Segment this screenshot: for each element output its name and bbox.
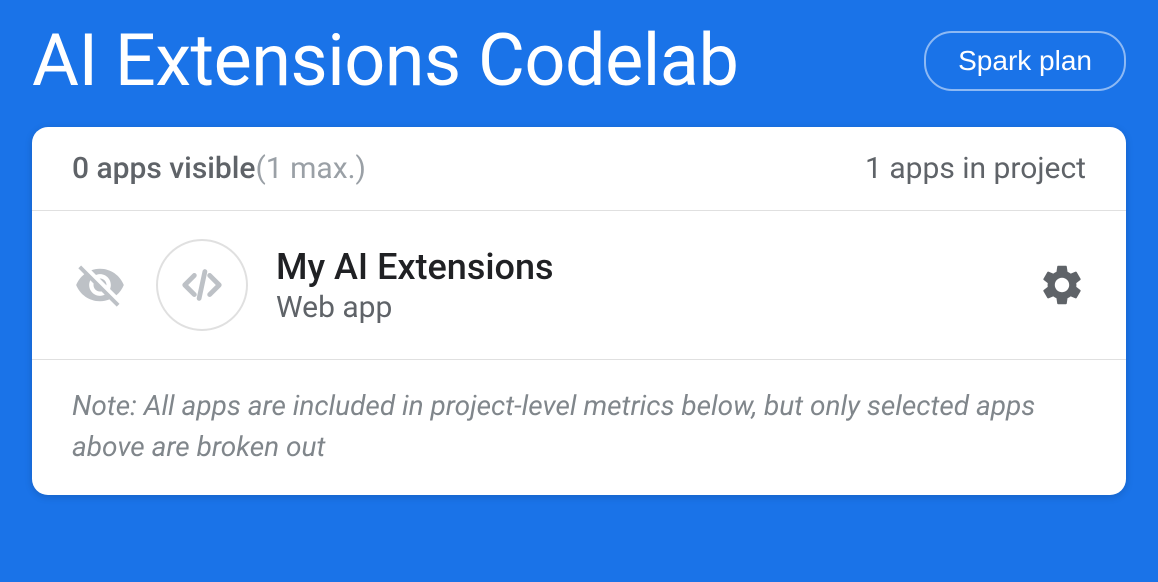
- project-title: AI Extensions Codelab: [32, 18, 738, 103]
- code-icon: [179, 262, 225, 308]
- app-info: My AI Extensions Web app: [276, 246, 1038, 325]
- page-header: AI Extensions Codelab Spark plan: [0, 0, 1158, 127]
- app-row[interactable]: My AI Extensions Web app: [32, 211, 1126, 360]
- apps-visible-count: 0 apps visible: [72, 151, 256, 186]
- apps-visible-summary: 0 apps visible(1 max.): [72, 151, 366, 186]
- plan-label: Spark plan: [958, 45, 1092, 76]
- apps-card: 0 apps visible(1 max.) 1 apps in project…: [32, 127, 1126, 495]
- app-name: My AI Extensions: [276, 246, 1038, 288]
- note-text: Note: All apps are included in project-l…: [32, 360, 1126, 495]
- plan-chip-button[interactable]: Spark plan: [924, 31, 1126, 91]
- card-header: 0 apps visible(1 max.) 1 apps in project: [32, 127, 1126, 211]
- gear-icon[interactable]: [1038, 261, 1086, 309]
- apps-visible-max: (1 max.): [256, 151, 366, 186]
- apps-in-project-count: 1 apps in project: [865, 151, 1086, 186]
- visibility-off-icon[interactable]: [72, 257, 128, 313]
- web-app-badge: [156, 239, 248, 331]
- app-type: Web app: [276, 290, 1038, 325]
